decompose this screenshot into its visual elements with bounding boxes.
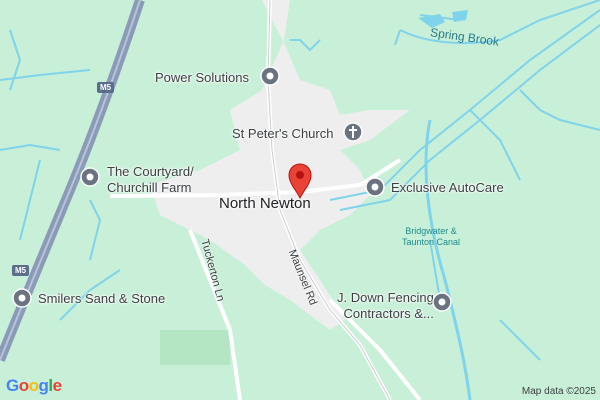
map-canvas[interactable]: Power Solutions St Peter's Church The Co… [0,0,600,400]
poi-label-power-solutions[interactable]: Power Solutions [155,70,249,85]
map-attribution[interactable]: Map data ©2025 [522,386,596,397]
poi-label-exclusive-autocare[interactable]: Exclusive AutoCare [391,180,504,195]
poi-label-st-peters-church[interactable]: St Peter's Church [232,126,333,141]
google-logo: Google [6,376,62,395]
poi-label-line: J. Down Fencing [337,290,434,305]
poi-pin-icon[interactable] [365,177,385,197]
poi-label-fencing[interactable]: J. Down Fencing Contractors &... [337,290,434,322]
poi-pin-icon[interactable] [80,167,100,187]
poi-label-smilers[interactable]: Smilers Sand & Stone [38,291,165,306]
field-patch [160,330,230,365]
church-icon[interactable] [343,122,363,142]
canal-label-line: Taunton Canal [402,237,461,247]
motorway-shield: M5 [12,265,30,276]
poi-label-line: Churchill Farm [107,180,192,195]
canal-label: Bridgwater & Taunton Canal [402,226,460,248]
poi-label-courtyard[interactable]: The Courtyard/ Churchill Farm [107,164,194,196]
poi-label-line: Contractors &... [343,306,434,321]
motorway-shield: M5 [97,82,115,93]
place-name-label: North Newton [219,195,311,212]
poi-pin-icon[interactable] [432,292,452,312]
poi-pin-icon[interactable] [12,288,32,308]
poi-label-line: The Courtyard/ [107,164,194,179]
poi-pin-icon[interactable] [260,66,280,86]
canal-label-line: Bridgwater & [405,226,457,236]
